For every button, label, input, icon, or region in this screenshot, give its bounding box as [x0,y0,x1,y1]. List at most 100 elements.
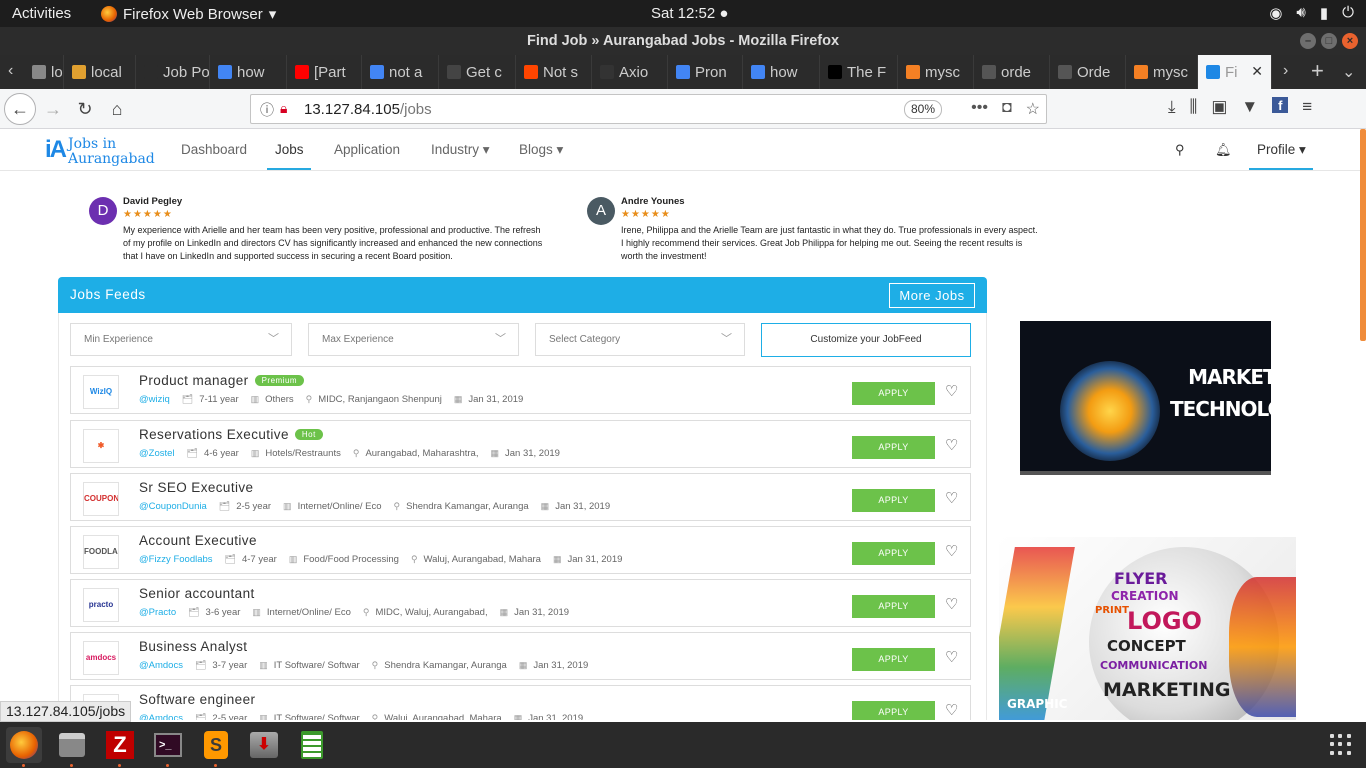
browser-tab[interactable]: The F [820,55,898,89]
job-card[interactable]: COUPON Sr SEO Executive @CouponDunia 🗂︎ 2-5 … [70,473,971,521]
browser-tab[interactable]: [Part [287,55,362,89]
customize-jobfeed-button[interactable]: Customize your JobFeed [761,323,971,357]
browser-tab[interactable]: Not s [516,55,592,89]
forward-button[interactable]: → [38,94,68,124]
save-job-heart-icon[interactable]: ♡ [945,648,958,666]
browser-tab[interactable]: Job Por [136,55,210,89]
system-tray[interactable]: ◉ 🔊︎ ▮ ⏻ [1269,4,1354,22]
tab-scroll-right-icon[interactable]: › [1283,62,1288,80]
browser-tab[interactable]: Orde [1050,55,1126,89]
more-jobs-button[interactable]: More Jobs [889,283,975,308]
bookmark-star-icon[interactable]: ☆ [1026,99,1040,119]
company-link[interactable]: @CouponDunia [139,501,207,512]
nav-jobs[interactable]: Jobs [275,142,304,157]
activities-button[interactable]: Activities [12,5,71,22]
browser-tab[interactable]: orde [974,55,1050,89]
company-link[interactable]: @Zostel [139,448,175,459]
extension-icon[interactable]: ▼ [1241,97,1258,117]
home-button[interactable]: ⌂ [102,94,132,124]
marketing-technologist-ad[interactable]: MARKETING TECHNOLOGIST [1020,321,1271,475]
job-card[interactable]: practo Senior accountant @Practo 🗂︎ 3-6 year… [70,579,971,627]
apply-button[interactable]: APPLY [852,595,935,618]
zoom-indicator[interactable]: 80% [904,100,942,119]
browser-tab[interactable]: local [64,55,136,89]
close-window-icon[interactable]: × [1342,33,1358,49]
library-icon[interactable]: ⫼ [1190,97,1198,117]
facebook-container-icon[interactable]: f [1272,97,1289,113]
page-actions-icon[interactable]: ••• [971,99,988,119]
app-menu[interactable]: Firefox Web Browser ▾ [101,5,276,23]
reload-button[interactable]: ↻ [70,94,100,124]
apply-button[interactable]: APPLY [852,701,935,720]
info-icon[interactable]: ⓘ [260,100,274,120]
browser-tab[interactable]: Axio [592,55,668,89]
company-link[interactable]: @Practo [139,607,176,618]
company-link[interactable]: @Amdocs [139,713,183,720]
job-title[interactable]: Software engineer [139,692,255,707]
back-button[interactable]: ← [4,93,36,125]
notification-bell-icon[interactable]: 🔔︎ [1215,142,1232,158]
job-title[interactable]: Business Analyst [139,639,247,654]
pocket-icon[interactable]: ◘ [1002,99,1012,119]
job-card[interactable]: ✱ Reservations Executive Hot @Zostel 🗂︎ 4-6 y… [70,420,971,468]
minimize-icon[interactable]: – [1300,33,1316,49]
downloads-icon[interactable]: ⤓ [1168,97,1176,117]
company-link[interactable]: @Fizzy Foodlabs [139,554,213,565]
job-card[interactable]: Software engineer @Amdocs 🗂︎ 2-5 year ▥ IT So… [70,685,971,720]
job-card[interactable]: amdocs Business Analyst @Amdocs 🗂︎ 3-7 year ▥… [70,632,971,680]
job-title[interactable]: Sr SEO Executive [139,480,253,495]
nav-industry[interactable]: Industry ▾ [431,142,490,158]
browser-tab[interactable]: mysc [898,55,974,89]
category-select[interactable]: Select Category ﹀ [535,323,745,356]
maximize-icon[interactable]: □ [1321,33,1337,49]
menu-icon[interactable]: ≡ [1302,97,1312,117]
save-job-heart-icon[interactable]: ♡ [945,382,958,400]
sidebar-icon[interactable]: ▣ [1211,97,1227,117]
browser-tab[interactable]: Pron [668,55,743,89]
marketing-collage-ad[interactable]: FLYER CREATION LOGO CONCEPT COMMUNICATIO… [999,537,1296,720]
apply-button[interactable]: APPLY [852,489,935,512]
installer-launcher[interactable]: ⬇ [246,727,282,763]
save-job-heart-icon[interactable]: ♡ [945,701,958,719]
nav-application[interactable]: Application [334,142,400,157]
browser-tab[interactable]: loc [24,55,64,89]
terminal-launcher[interactable]: >_ [150,727,186,763]
save-job-heart-icon[interactable]: ♡ [945,595,958,613]
apply-button[interactable]: APPLY [852,542,935,565]
apply-button[interactable]: APPLY [852,382,935,405]
save-job-heart-icon[interactable]: ♡ [945,436,958,454]
browser-tab[interactable]: Get c [439,55,516,89]
job-title[interactable]: Account Executive [139,533,257,548]
min-experience-select[interactable]: Min Experience ﹀ [70,323,292,356]
max-experience-select[interactable]: Max Experience ﹀ [308,323,519,356]
show-applications-icon[interactable] [1330,734,1352,756]
job-title[interactable]: Reservations Executive Hot [139,427,323,442]
search-icon[interactable]: ⚲ [1175,142,1185,158]
save-job-heart-icon[interactable]: ♡ [945,489,958,507]
new-tab-icon[interactable]: + [1311,58,1324,84]
insecure-lock-icon[interactable]: 🔒︎ [280,100,287,117]
filezilla-launcher[interactable]: Z [102,727,138,763]
clock[interactable]: Sat 12:52 ● [651,5,728,22]
browser-tab[interactable]: how [210,55,287,89]
job-card[interactable]: WizIQ Product manager Premium @wiziq 🗂︎ 7-11 … [70,366,971,414]
profile-menu[interactable]: Profile ▾ [1257,142,1306,158]
url-bar[interactable]: ⓘ 🔒︎ 13.127.84.105/jobs 80% ••• ◘ ☆ [250,94,1047,124]
browser-tab[interactable]: Fi ✕ [1198,55,1272,89]
spreadsheet-launcher[interactable] [294,727,330,763]
browser-tab[interactable]: mysc [1126,55,1198,89]
browser-tab[interactable]: not a [362,55,439,89]
job-card[interactable]: FOODLABS Account Executive @Fizzy Foodlabs… [70,526,971,574]
company-link[interactable]: @wiziq [139,394,170,405]
browser-tab[interactable]: how [743,55,820,89]
files-launcher[interactable] [54,727,90,763]
save-job-heart-icon[interactable]: ♡ [945,542,958,560]
tab-list-icon[interactable]: ⌄ [1342,62,1355,82]
sublime-launcher[interactable]: S [198,727,234,763]
job-title[interactable]: Senior accountant [139,586,255,601]
job-title[interactable]: Product manager Premium [139,373,305,388]
tab-scroll-left-icon[interactable]: ‹ [8,62,13,80]
company-link[interactable]: @Amdocs [139,660,183,671]
apply-button[interactable]: APPLY [852,436,935,459]
page-scrollbar[interactable] [1360,129,1366,341]
